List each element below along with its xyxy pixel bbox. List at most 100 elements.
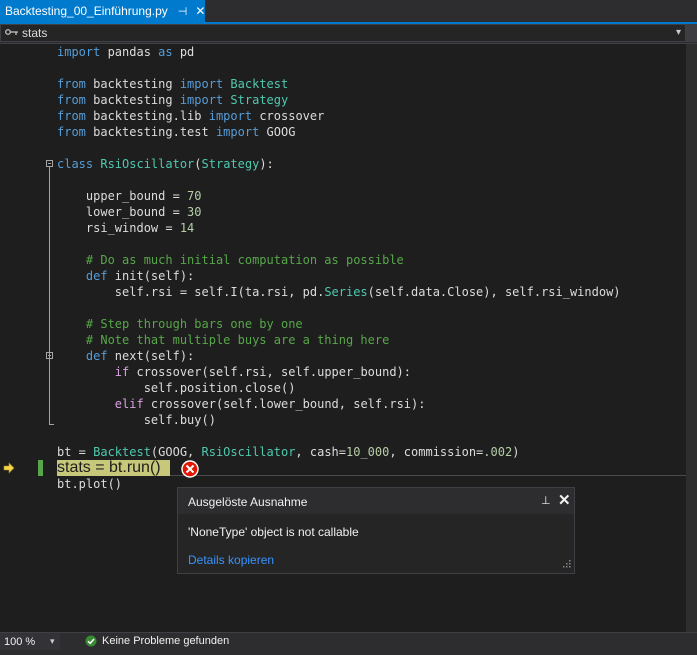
pin-icon[interactable]: ⊣ xyxy=(178,5,188,18)
resize-grip-icon[interactable] xyxy=(561,560,571,570)
code-token: bt = xyxy=(57,445,94,459)
tab-title: Backtesting_00_Einführung.py xyxy=(5,4,168,18)
code-token: RsiOscillator xyxy=(201,445,296,459)
code-line[interactable]: from backtesting import Strategy xyxy=(57,92,288,108)
code-line[interactable]: # Step through bars one by one xyxy=(57,316,303,332)
code-token: import xyxy=(179,93,224,107)
code-token: GOOG xyxy=(259,125,296,139)
code-token: next(self): xyxy=(107,349,195,363)
code-line[interactable]: from backtesting.test import GOOG xyxy=(57,124,295,140)
code-token: def xyxy=(57,269,108,283)
code-token: from xyxy=(57,77,86,91)
code-token: ( xyxy=(194,157,202,171)
code-token: import xyxy=(57,45,101,59)
code-token: crossover(self.rsi, self.upper_bound): xyxy=(129,365,412,379)
code-token: , commission= xyxy=(389,445,484,459)
vertical-scrollbar[interactable] xyxy=(686,44,697,632)
code-line[interactable]: def next(self): xyxy=(57,348,194,364)
current-line-underline xyxy=(170,475,686,476)
code-token: ) xyxy=(512,445,520,459)
exception-helper-popup: Ausgelöste Ausnahme ⊥ ✕ 'NoneType' objec… xyxy=(177,487,575,574)
code-token: 30 xyxy=(187,205,202,219)
code-token: import xyxy=(179,77,224,91)
code-token: (GOOG, xyxy=(150,445,202,459)
code-line[interactable]: def init(self): xyxy=(57,268,194,284)
code-token: .002 xyxy=(483,445,513,459)
code-token: Strategy xyxy=(201,157,260,171)
code-token: from xyxy=(57,93,86,107)
code-token: from xyxy=(57,109,86,123)
member-dropdown[interactable]: stats ▾ xyxy=(0,24,686,42)
error-icon[interactable] xyxy=(181,460,199,478)
code-line[interactable]: upper_bound = 70 xyxy=(57,188,202,204)
pin-icon[interactable]: ⊥ xyxy=(541,494,551,507)
execution-pointer-icon xyxy=(3,462,15,474)
exception-title: Ausgelöste Ausnahme xyxy=(188,495,308,509)
code-token: def xyxy=(57,349,108,363)
navigation-bar: stats ▾ xyxy=(0,24,697,44)
code-token: class xyxy=(57,157,94,171)
code-line[interactable]: self.position.close() xyxy=(57,380,296,396)
code-token: crossover(self.lower_bound, self.rsi): xyxy=(143,397,426,411)
code-line[interactable]: lower_bound = 30 xyxy=(57,204,202,220)
navbar-filler xyxy=(686,24,697,42)
close-icon[interactable]: ✕ xyxy=(195,4,205,18)
exception-message: 'NoneType' object is not callable xyxy=(188,525,359,539)
code-token: import xyxy=(215,125,260,139)
code-line[interactable]: class RsiOscillator(Strategy): xyxy=(57,156,274,172)
code-line[interactable]: if crossover(self.rsi, self.upper_bound)… xyxy=(57,364,411,380)
code-token: from xyxy=(57,125,86,139)
code-line[interactable]: from backtesting import Backtest xyxy=(57,76,288,92)
copy-details-link[interactable]: Details kopieren xyxy=(188,553,274,567)
code-line[interactable]: # Note that multiple buys are a thing he… xyxy=(57,332,389,348)
code-token: # Step through bars one by one xyxy=(57,317,303,331)
fold-toggle-next[interactable] xyxy=(46,352,53,359)
code-token: pd xyxy=(172,45,195,59)
code-line[interactable]: self.rsi = self.I(ta.rsi, pd.Series(self… xyxy=(57,284,621,300)
zoom-dropdown[interactable]: 100 % ▾ xyxy=(0,633,60,650)
code-token: backtesting xyxy=(85,93,180,107)
code-token: RsiOscillator xyxy=(100,157,195,171)
document-tab-bar: Backtesting_00_Einführung.py ⊣ ✕ xyxy=(0,0,697,24)
code-line[interactable]: from backtesting.lib import crossover xyxy=(57,108,324,124)
code-token: backtesting xyxy=(85,77,180,91)
code-token: 14 xyxy=(179,221,195,235)
code-line[interactable]: rsi_window = 14 xyxy=(57,220,194,236)
code-token: backtesting.lib xyxy=(85,109,209,123)
chevron-down-icon[interactable]: ▾ xyxy=(50,636,55,647)
code-line[interactable]: stats = bt.run() xyxy=(57,460,161,476)
code-line[interactable]: bt.plot() xyxy=(57,476,122,492)
code-token: lower_bound = xyxy=(57,205,188,219)
code-token: 70 xyxy=(187,189,202,203)
code-token: Backtest xyxy=(230,77,289,91)
code-token: crossover xyxy=(252,109,325,123)
code-token: bt.plot() xyxy=(57,477,123,491)
code-token: ): xyxy=(259,157,274,171)
code-token: # Note that multiple buys are a thing he… xyxy=(57,333,390,347)
code-token: upper_bound = xyxy=(57,189,188,203)
code-token: self.buy() xyxy=(57,413,216,427)
code-line[interactable]: import pandas as pd xyxy=(57,44,194,60)
check-circle-icon xyxy=(85,635,97,647)
code-line[interactable]: # Do as much initial computation as poss… xyxy=(57,252,404,268)
fold-toggle-class[interactable] xyxy=(46,160,53,167)
code-token: self.rsi = self.I(ta.rsi, pd. xyxy=(57,285,325,299)
code-token: Backtest xyxy=(93,445,151,459)
editor-status-bar: 100 % ▾ Keine Probleme gefunden xyxy=(0,632,697,650)
code-token: elif xyxy=(57,397,144,411)
code-line[interactable]: self.buy() xyxy=(57,412,216,428)
zoom-level: 100 % xyxy=(4,635,36,648)
code-token: # Do as much initial computation as poss… xyxy=(57,253,404,267)
code-line[interactable]: elif crossover(self.lower_bound, self.rs… xyxy=(57,396,426,412)
chevron-down-icon[interactable]: ▾ xyxy=(676,27,681,38)
close-icon[interactable]: ✕ xyxy=(558,491,571,509)
code-token: pandas xyxy=(100,45,159,59)
code-line[interactable]: bt = Backtest(GOOG, RsiOscillator, cash=… xyxy=(57,444,519,460)
code-token: backtesting.test xyxy=(85,125,216,139)
fold-guide-end xyxy=(49,424,54,425)
code-token: (self.data.Close), self.rsi_window) xyxy=(367,285,621,299)
exception-header: Ausgelöste Ausnahme ⊥ ✕ xyxy=(178,488,574,514)
change-indicator xyxy=(38,460,43,476)
document-tab[interactable]: Backtesting_00_Einführung.py ⊣ ✕ xyxy=(0,0,205,22)
problems-status[interactable]: Keine Probleme gefunden xyxy=(102,635,229,647)
